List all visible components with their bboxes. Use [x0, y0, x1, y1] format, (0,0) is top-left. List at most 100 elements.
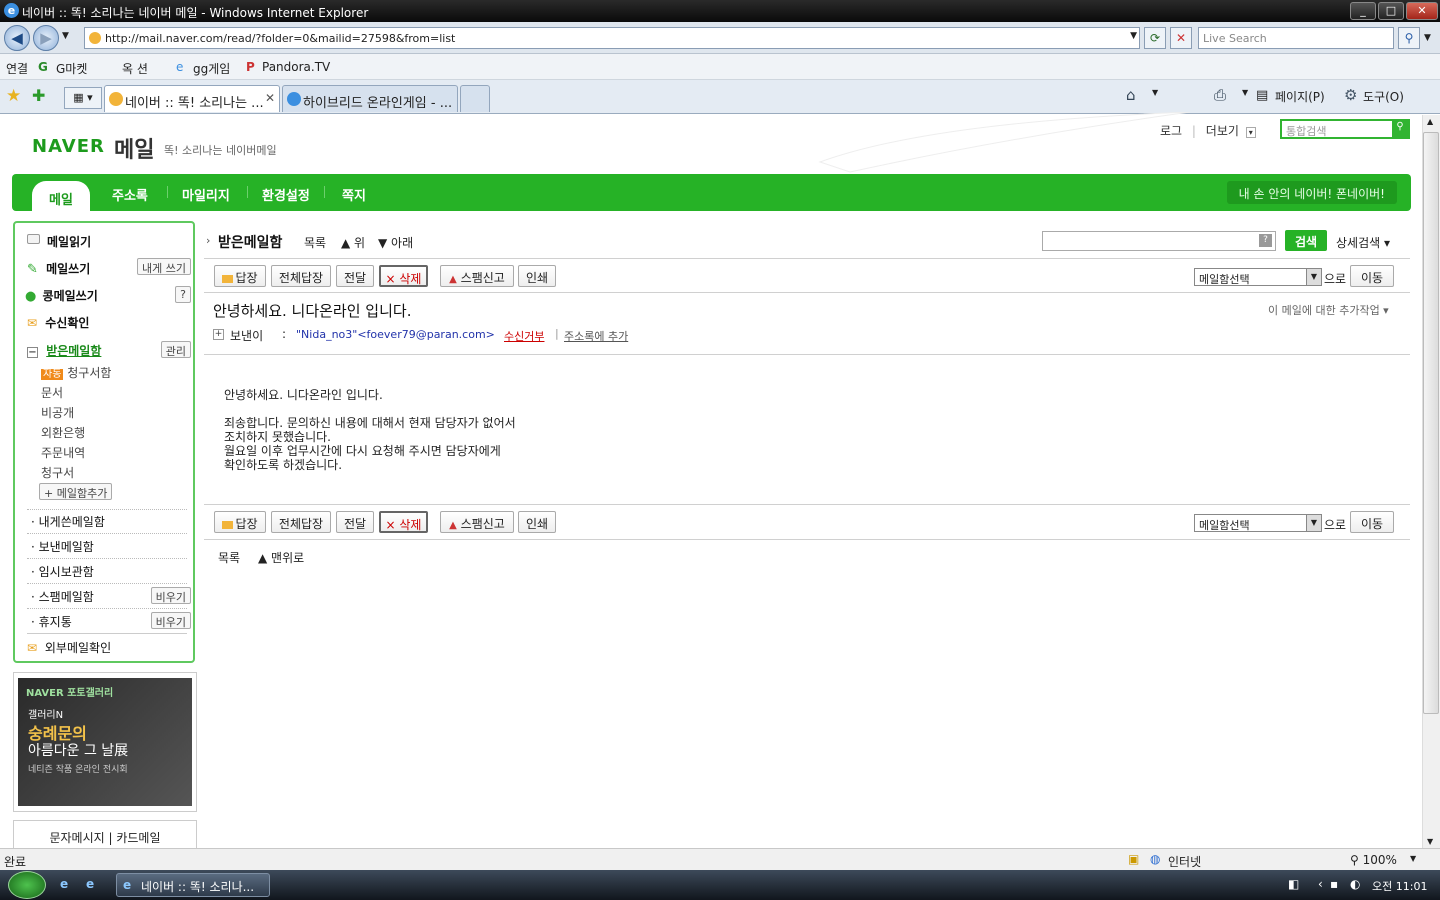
more-link[interactable]: 더보기 [1206, 124, 1239, 138]
back-button[interactable]: ◀ [4, 25, 30, 51]
favorites-star-icon[interactable]: ★ [6, 86, 21, 106]
reply-all-button-bottom[interactable]: 전체답장 [271, 511, 331, 533]
refresh-icon[interactable]: ⟳ [1144, 27, 1166, 49]
logout-link[interactable]: 로그 [1160, 124, 1182, 138]
scroll-down-icon[interactable]: ▼ [1427, 837, 1433, 846]
tab-hybrid-game[interactable]: 하이브리드 온라인게임 - ... [282, 85, 458, 112]
delete-button-bottom[interactable]: × 삭제 [379, 511, 428, 533]
folder-orders[interactable]: 주문내역 [41, 444, 85, 461]
folder-sent[interactable]: · 보낸메일함 [31, 538, 94, 555]
folder-select-bottom[interactable]: 메일함선택 ▼ [1194, 514, 1322, 532]
tools-menu[interactable]: 도구(O) [1363, 88, 1404, 105]
reply-button[interactable]: 답장 [214, 265, 266, 287]
block-sender-link[interactable]: 수신거부 [504, 328, 544, 344]
inbox-link[interactable]: − 받은메일함 관리 [27, 341, 191, 359]
empty-spam-button[interactable]: 비우기 [150, 587, 191, 604]
home-dropdown-icon[interactable]: ▼ [1152, 88, 1158, 97]
link-gmarket[interactable]: G마켓 [56, 60, 87, 77]
volume-icon[interactable]: ◐ [1350, 877, 1360, 891]
link-gg-game[interactable]: gg게임 [193, 60, 230, 77]
quick-tabs-icon[interactable]: ▦ ▾ [64, 87, 102, 109]
sender-address[interactable]: "Nida_no3"<foever79@paran.com> [296, 328, 495, 341]
search-icon[interactable]: ⚲ [1392, 121, 1408, 137]
forward-mail-button-bottom[interactable]: 전달 [336, 511, 374, 533]
bean-mail-link[interactable]: ● 콩메일쓰기 ? [25, 286, 191, 304]
stop-icon[interactable]: ✕ [1170, 27, 1192, 49]
ie-quicklaunch-icon[interactable]: e [86, 877, 94, 891]
forward-mail-button[interactable]: 전달 [336, 265, 374, 287]
delete-button[interactable]: × 삭제 [379, 265, 428, 287]
nav-notes[interactable]: 쪽지 [342, 185, 366, 204]
photo-gallery-banner[interactable]: NAVER 포토갤러리 갤러리N 숭례문의 아름다운 그 날展 네티즌 작품 온… [13, 672, 197, 812]
zoom-level[interactable]: ⚲ 100% [1350, 853, 1397, 867]
reply-all-button[interactable]: 전체답장 [271, 265, 331, 287]
folder-documents[interactable]: 문서 [41, 384, 63, 401]
close-button[interactable]: ✕ [1406, 2, 1438, 20]
nav-mail-tab[interactable]: 메일 [32, 181, 90, 211]
print-button-bottom[interactable]: 인쇄 [518, 511, 556, 533]
expand-icon[interactable]: + [213, 329, 224, 340]
search-icon[interactable]: ⚲ [1398, 27, 1420, 49]
extra-actions-menu[interactable]: 이 메일에 대한 추가작업 ▾ [1268, 302, 1389, 318]
bottom-list-link[interactable]: 목록 [218, 549, 240, 566]
list-link[interactable]: 목록 [304, 234, 326, 251]
mail-search-input[interactable]: ? [1042, 231, 1276, 251]
zoom-dropdown-icon[interactable]: ▼ [1410, 854, 1416, 863]
link-auction[interactable]: 옥 션 [122, 60, 148, 77]
move-button-bottom[interactable]: 이동 [1350, 511, 1394, 533]
bean-mail-help-button[interactable]: ? [175, 286, 191, 303]
folder-drafts[interactable]: · 임시보관함 [31, 563, 94, 580]
write-mail-link[interactable]: ✎ 메일쓰기 내게 쓰기 [27, 258, 191, 277]
folder-bills[interactable]: 자동 청구서함 [41, 364, 111, 381]
reply-button-bottom[interactable]: 답장 [214, 511, 266, 533]
clock[interactable]: 오전 11:01 [1372, 878, 1427, 894]
folder-invoices[interactable]: 청구서 [41, 464, 74, 481]
more-dropdown-icon[interactable]: ▾ [1245, 127, 1256, 138]
sms-card-mail-links[interactable]: 문자메시지 | 카드메일 [13, 820, 197, 850]
print-button[interactable]: 인쇄 [518, 265, 556, 287]
read-mail-link[interactable]: 메일읽기 [27, 233, 91, 250]
scrollbar-thumb[interactable] [1423, 132, 1439, 714]
start-button[interactable] [8, 871, 46, 899]
folder-spam[interactable]: · 스팸메일함 비우기 [31, 587, 191, 605]
minimize-button[interactable]: _ [1350, 2, 1376, 20]
receipt-check-link[interactable]: ✉ 수신확인 [27, 314, 89, 331]
mail-service-title[interactable]: 메일 [114, 132, 154, 164]
tray-expand-icon[interactable]: ‹ [1318, 877, 1323, 891]
spam-report-button[interactable]: ▲ 스팸신고 [440, 265, 514, 287]
help-icon[interactable]: ? [1259, 234, 1272, 247]
nav-settings[interactable]: 환경설정 [262, 185, 310, 204]
nav-address-book[interactable]: 주소록 [112, 185, 148, 204]
tab-naver-mail[interactable]: 네이버 :: 똑! 소리나는 ... ✕ [104, 85, 280, 112]
scroll-up-icon[interactable]: ▲ [1427, 117, 1433, 126]
address-input[interactable]: http://mail.naver.com/read/?folder=0&mai… [84, 27, 1140, 49]
new-tab-button[interactable] [460, 85, 490, 112]
move-button[interactable]: 이동 [1350, 265, 1394, 287]
empty-trash-button[interactable]: 비우기 [150, 612, 191, 629]
forward-button[interactable]: ▶ [33, 25, 59, 51]
nav-mileage[interactable]: 마일리지 [182, 185, 230, 204]
add-folder-button[interactable]: + 메일함추가 [39, 483, 113, 500]
link-pandora[interactable]: Pandora.TV [262, 60, 330, 74]
collapse-icon[interactable]: − [27, 347, 38, 358]
next-mail-link[interactable]: ▼ 아래 [378, 234, 413, 251]
write-to-self-button[interactable]: 내게 쓰기 [137, 258, 191, 275]
folder-select[interactable]: 메일함선택 ▼ [1194, 268, 1322, 286]
url-dropdown-icon[interactable]: ▼ [1130, 31, 1137, 41]
to-top-link[interactable]: ▲ 맨위로 [258, 549, 304, 566]
integrated-search-input[interactable]: 통합검색 ⚲ [1280, 119, 1410, 139]
print-dropdown-icon[interactable]: ▼ [1242, 88, 1248, 97]
external-mail-link[interactable]: ✉ 외부메일확인 [27, 639, 111, 656]
maximize-button[interactable]: □ [1378, 2, 1404, 20]
add-favorites-icon[interactable]: ✚ [32, 86, 45, 105]
page-menu[interactable]: 페이지(P) [1275, 88, 1325, 105]
previous-mail-link[interactable]: ▲ 위 [341, 234, 365, 251]
print-icon[interactable]: ⎙ [1214, 86, 1226, 104]
folder-self-sent[interactable]: · 내게쓴메일함 [31, 513, 105, 530]
network-icon[interactable]: ▪ [1330, 877, 1338, 891]
search-options-icon[interactable]: ▼ [1424, 33, 1431, 43]
folder-trash[interactable]: · 휴지통 비우기 [31, 612, 191, 630]
tab-close-icon[interactable]: ✕ [265, 91, 275, 105]
phone-naver-promo[interactable]: 내 손 안의 네이버! 폰네이버! [1226, 181, 1397, 204]
add-to-contacts-link[interactable]: 주소록에 추가 [564, 328, 628, 344]
